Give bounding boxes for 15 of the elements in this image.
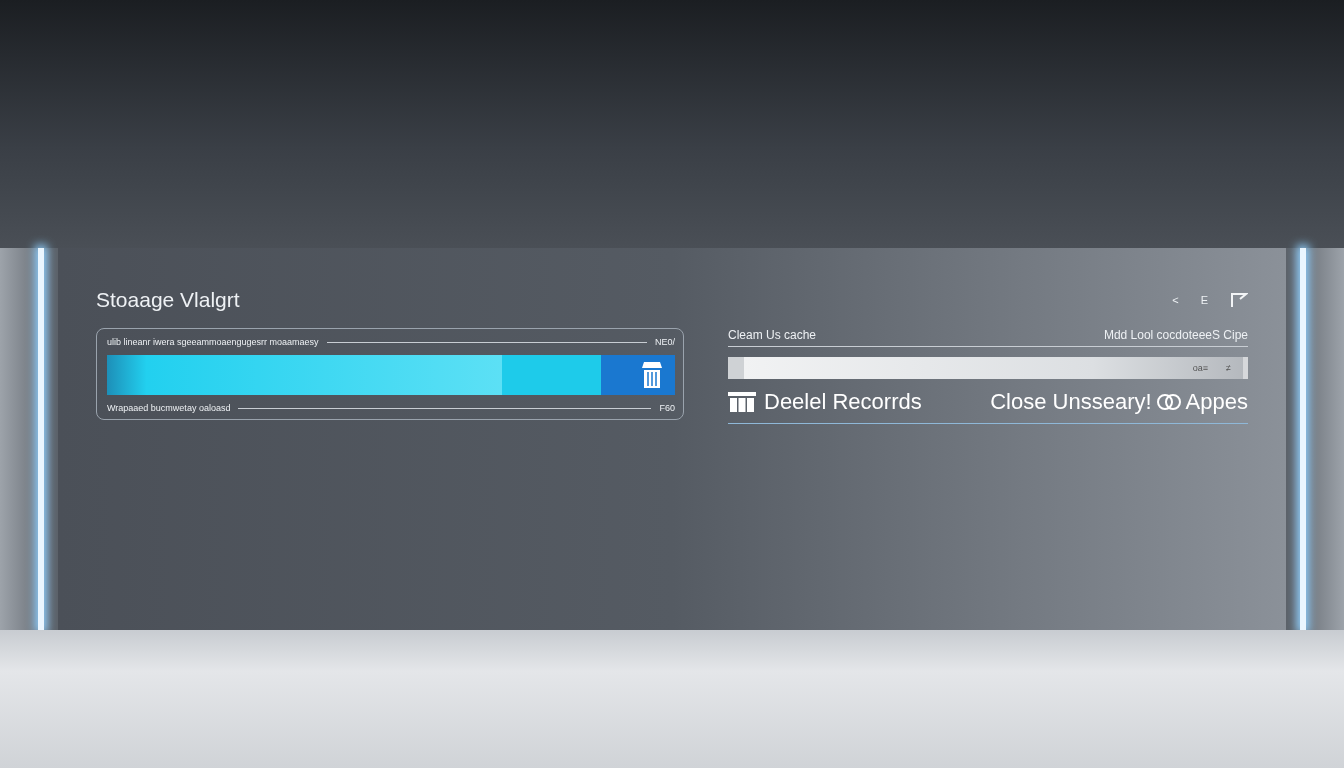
delete-records-button[interactable]: Deelel Recorrds <box>728 389 922 415</box>
cache-label: Cleam Us cache <box>728 328 817 342</box>
cache-detail: Mdd Lool cocdoteeeS Cipe <box>1103 328 1248 342</box>
bar-sign: ≠ <box>1226 363 1231 373</box>
toolbar-button[interactable]: < <box>1172 294 1179 306</box>
bar-text: oa≡ <box>1192 363 1208 373</box>
storage-footer: Wrapaaed bucmwetay oaloasd <box>107 403 231 413</box>
storage-total: NE0/ <box>655 337 675 347</box>
app-title: Stoaage Vlalgrt <box>96 288 240 312</box>
apps-label: Appes <box>1185 389 1248 415</box>
storage-footer-value: F60 <box>659 403 675 413</box>
close-apps-button[interactable]: Close Unsseary! <box>990 389 1152 415</box>
flag-icon[interactable] <box>1230 293 1248 307</box>
storage-caption: ulib lineanr iwera sgeeammoaengugesrr moaamaesy <box>107 337 319 347</box>
toolbar-button[interactable]: E <box>1200 294 1208 306</box>
